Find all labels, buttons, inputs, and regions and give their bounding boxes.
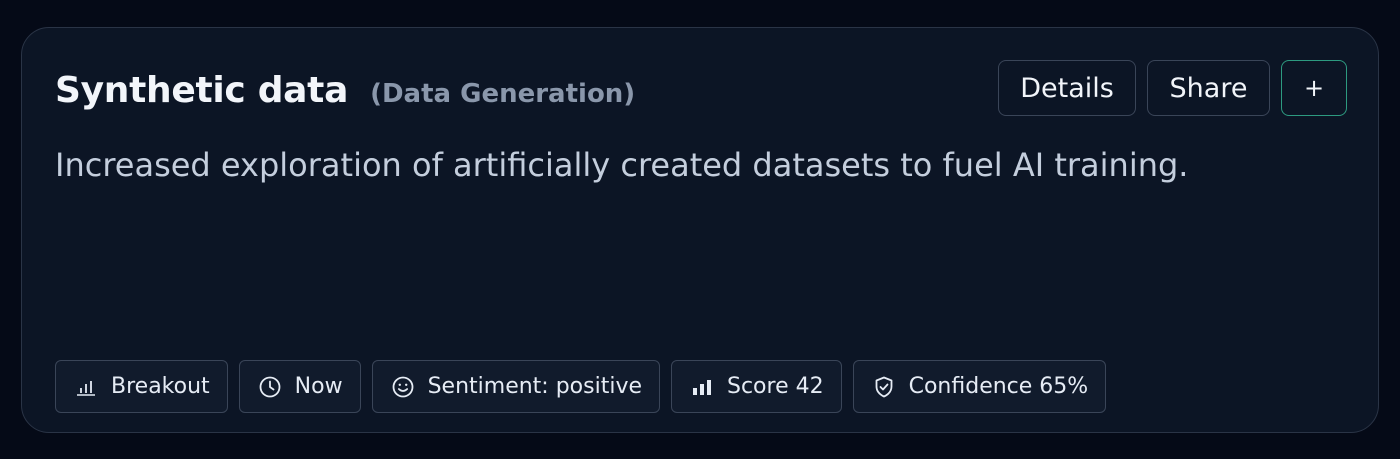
- shield-check-icon: [872, 375, 896, 399]
- card-description: Increased exploration of artificially cr…: [55, 146, 1189, 184]
- share-button[interactable]: Share: [1147, 60, 1270, 116]
- chip-row: Breakout Now Sentiment: positive Score 4…: [55, 360, 1107, 413]
- signal-bars-icon: [690, 375, 714, 399]
- card-title: Synthetic data: [55, 70, 349, 111]
- chip-timing: Now: [238, 360, 361, 413]
- chip-label: Now: [294, 374, 343, 399]
- smile-icon: [391, 375, 415, 399]
- trend-card: Synthetic data (Data Generation) Details…: [21, 27, 1379, 433]
- add-button[interactable]: +: [1281, 60, 1347, 116]
- chip-confidence: Confidence 65%: [852, 360, 1107, 413]
- bar-chart-icon: [74, 375, 98, 399]
- card-category: (Data Generation): [370, 79, 636, 109]
- chip-label: Score 42: [727, 374, 824, 399]
- card-actions: Details Share +: [998, 60, 1347, 116]
- clock-icon: [258, 375, 282, 399]
- chip-label: Confidence 65%: [908, 374, 1089, 399]
- chip-score: Score 42: [671, 360, 842, 413]
- chip-breakout: Breakout: [55, 360, 228, 413]
- details-button[interactable]: Details: [998, 60, 1136, 116]
- card-header: Synthetic data (Data Generation): [55, 70, 635, 111]
- chip-sentiment: Sentiment: positive: [371, 360, 660, 413]
- chip-label: Breakout: [111, 374, 210, 399]
- chip-label: Sentiment: positive: [427, 374, 642, 399]
